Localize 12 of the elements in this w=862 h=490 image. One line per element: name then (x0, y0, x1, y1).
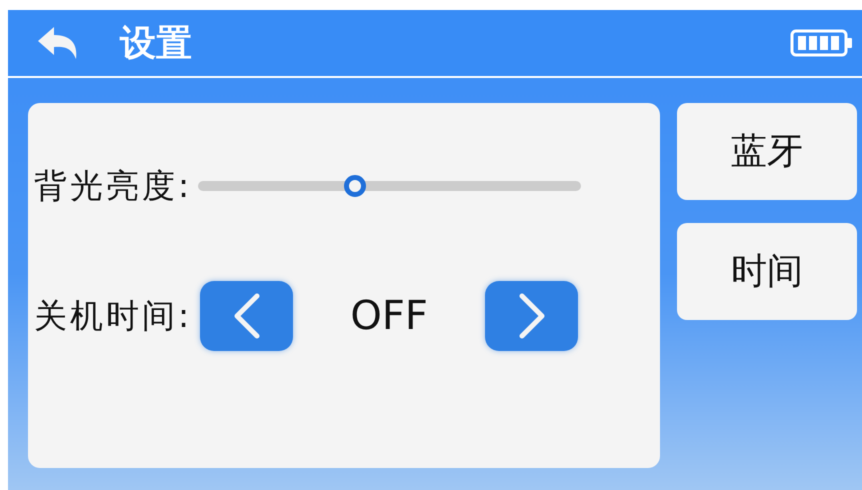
shutdown-time-value: OFF (349, 292, 429, 340)
chevron-left-icon (232, 292, 262, 338)
setting-label: 关机时间: (34, 294, 192, 337)
slider-thumb[interactable] (344, 174, 366, 197)
previous-button[interactable] (200, 280, 294, 350)
setting-label: 背光亮度: (34, 165, 192, 207)
page-title: 设置 (120, 21, 192, 66)
menu-button[interactable]: 时间 (677, 223, 857, 320)
battery-icon (790, 29, 854, 57)
next-button[interactable] (485, 280, 578, 350)
menu-button[interactable]: 蓝牙 (677, 103, 857, 200)
chevron-right-icon (516, 292, 547, 338)
